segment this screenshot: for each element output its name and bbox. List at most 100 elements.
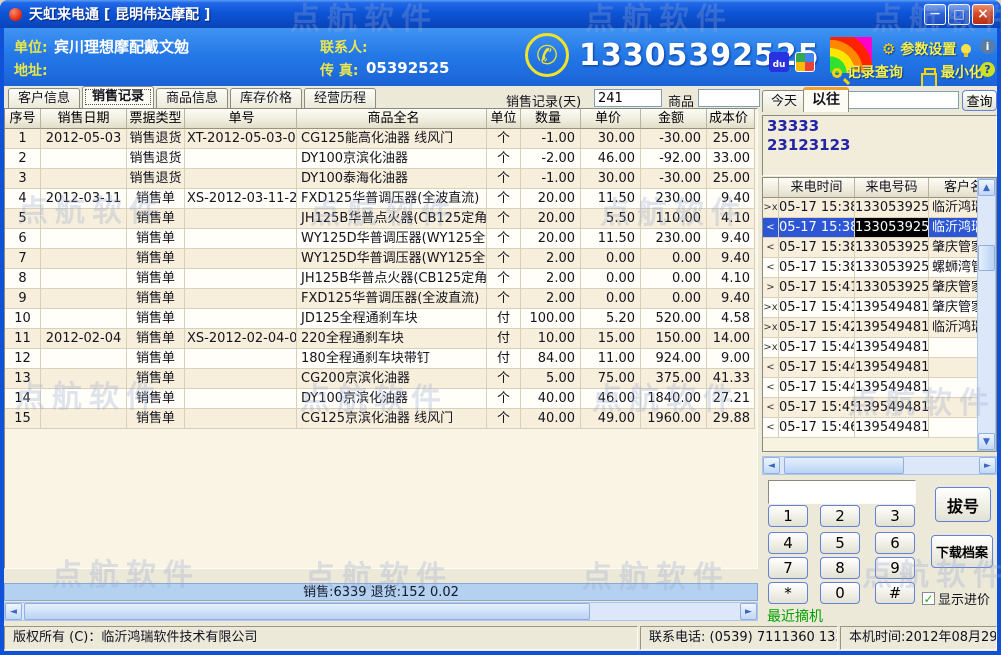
tab-销售记录[interactable]: 销售记录 bbox=[82, 86, 155, 108]
cell: 230.00 bbox=[641, 189, 707, 209]
help-icon[interactable]: ? bbox=[980, 62, 995, 77]
scroll-left-icon[interactable]: ◄ bbox=[763, 457, 780, 474]
tab-经营历程[interactable]: 经营历程 bbox=[304, 88, 377, 108]
column-header[interactable]: 商品全名 bbox=[297, 109, 487, 129]
memo-box[interactable]: 33333 23123123 bbox=[762, 115, 997, 176]
call-hscrollbar[interactable]: ◄ ► bbox=[762, 456, 997, 475]
column-header[interactable]: 序号 bbox=[5, 109, 41, 129]
close-button[interactable]: × bbox=[972, 4, 994, 25]
key-7[interactable]: 7 bbox=[768, 557, 808, 579]
key-5[interactable]: 5 bbox=[820, 532, 860, 554]
scroll-left-icon[interactable]: ◄ bbox=[5, 603, 22, 620]
table-row[interactable]: 5 销售单 JH125B华普点火器(CB125定角) 个 20.00 5.50 110.00… bbox=[5, 209, 757, 229]
key-8[interactable]: 8 bbox=[820, 557, 860, 579]
maximize-button[interactable]: □ bbox=[948, 4, 970, 25]
scroll-thumb[interactable] bbox=[978, 245, 995, 271]
scroll-thumb[interactable] bbox=[784, 457, 904, 474]
call-row[interactable]: <05-17 15:4513954948128 bbox=[763, 398, 996, 418]
column-header[interactable]: 成本价 bbox=[707, 109, 755, 129]
call-row[interactable]: >x05-17 15:4213954948128临沂鸿瑞 bbox=[763, 318, 996, 338]
table-row[interactable]: 7销售单WY125D华普调压器(WY125全波直流)个2.000.000.009… bbox=[5, 249, 757, 269]
column-header[interactable]: 单价 bbox=[581, 109, 641, 129]
table-row[interactable]: 10 销售单 JD125全程通刹车块付 100.00 5.20 520.00 4.58 bbox=[5, 309, 757, 329]
key-9[interactable]: 9 bbox=[875, 557, 915, 579]
cell: 销售单 bbox=[127, 249, 185, 269]
column-header[interactable]: 销售日期 bbox=[41, 109, 127, 129]
table-row[interactable]: 6 销售单 WY125D华普调压器(WY125全波直流)个20.0011.50230… bbox=[5, 229, 757, 249]
table-row[interactable]: 42012-03-11销售单XS-2012-03-11-236FXD125华普调… bbox=[5, 189, 757, 209]
cell: 销售退货 bbox=[127, 169, 185, 189]
table-row[interactable]: 9 销售单 FXD125华普调压器(全波直流) 个 2.00 0.00 0.00 9.40 bbox=[5, 289, 757, 309]
scroll-up-icon[interactable]: ▲ bbox=[978, 179, 995, 196]
recent-offhook-label[interactable]: 最近摘机 bbox=[767, 606, 823, 626]
call-row[interactable]: <05-17 15:4413954948128 bbox=[763, 358, 996, 378]
tab-past[interactable]: 以往 bbox=[803, 87, 849, 112]
table-row[interactable]: 8 销售单 JH125B华普点火器(CB125定角) 个 2.00 0.00 0.00 4.1… bbox=[5, 269, 757, 289]
dial-button[interactable]: 拔号 bbox=[935, 487, 991, 522]
table-row[interactable]: 15 销售单 CG125京滨化油器 线风门个 40.00 49.00 1960.00 29.… bbox=[5, 409, 757, 429]
table-row[interactable]: 14 销售单 DY100京滨化油器个 40.00 46.00 1840.00 27.21 bbox=[5, 389, 757, 409]
cell: 个 bbox=[487, 249, 521, 269]
call-row[interactable]: <05-17 15:3813305392525螺蛳湾管 bbox=[763, 258, 996, 278]
google-icon[interactable] bbox=[795, 52, 815, 72]
call-row[interactable]: <05-17 15:3813305392525肇庆管家 bbox=[763, 238, 996, 258]
settings-menu[interactable]: ⚙ 参数设置 bbox=[882, 39, 972, 59]
column-header[interactable]: 单位 bbox=[487, 109, 521, 129]
call-row[interactable]: <05-17 15:4413954948128 bbox=[763, 378, 996, 398]
scroll-right-icon[interactable]: ► bbox=[740, 603, 757, 620]
key-6[interactable]: 6 bbox=[875, 532, 915, 554]
column-header[interactable] bbox=[763, 178, 779, 198]
call-row[interactable]: >x05-17 15:4113954948128肇庆管家 bbox=[763, 298, 996, 318]
key-1[interactable]: 1 bbox=[768, 505, 808, 527]
info-icon[interactable]: i bbox=[980, 39, 995, 54]
minimize-menu[interactable]: 最小化 bbox=[921, 62, 983, 88]
column-header[interactable]: 来电时间 bbox=[779, 178, 855, 198]
key-2[interactable]: 2 bbox=[820, 505, 860, 527]
call-search-input[interactable] bbox=[846, 91, 959, 109]
table-row[interactable]: 2 销售退货 DY100京滨化油器个 -2.00 46.00 -92.00 33.00 bbox=[5, 149, 757, 169]
table-row[interactable]: 112012-02-04销售单XS-2012-02-04-033220全程通刹车… bbox=[5, 329, 757, 349]
key-4[interactable]: 4 bbox=[768, 532, 808, 554]
sales-days-input[interactable] bbox=[594, 89, 662, 107]
call-row[interactable]: >x05-17 15:3813305392525临沂鸿瑞 bbox=[763, 198, 996, 218]
cell: WY125D华普调压器(WY125全波直流) bbox=[297, 249, 487, 269]
call-vscrollbar[interactable]: ▲ ▼ bbox=[977, 178, 996, 451]
key-*[interactable]: * bbox=[768, 582, 808, 604]
table-row[interactable]: 3 销售退货 DY100泰海化油器个 -1.00 30.00 -30.00 25.00 bbox=[5, 169, 757, 189]
baidu-icon[interactable]: du bbox=[769, 52, 789, 72]
column-header[interactable]: 单号 bbox=[185, 109, 297, 129]
record-query-menu[interactable]: 记录查询 bbox=[832, 62, 903, 82]
cell: 4.58 bbox=[707, 309, 755, 329]
cell: 1840.00 bbox=[641, 389, 707, 409]
call-row[interactable]: <05-17 15:3813305392525临沂鸿瑞 bbox=[763, 218, 996, 238]
key-#[interactable]: # bbox=[875, 582, 915, 604]
table-row[interactable]: 12 销售单 180全程通刹车块带钉付 84.00 11.00 924.00 9.00 bbox=[5, 349, 757, 369]
product-input[interactable] bbox=[698, 89, 760, 107]
column-header[interactable]: 金额 bbox=[641, 109, 707, 129]
minimize-button[interactable]: － bbox=[924, 4, 946, 25]
cell bbox=[41, 249, 127, 269]
scroll-right-icon[interactable]: ► bbox=[979, 457, 996, 474]
tab-商品信息[interactable]: 商品信息 bbox=[156, 88, 229, 108]
scroll-thumb[interactable] bbox=[24, 603, 590, 620]
table-row[interactable]: 13 销售单 CG200京滨化油器个 5.00 75.00 375.00 41.33 bbox=[5, 369, 757, 389]
column-header[interactable]: 数量 bbox=[521, 109, 581, 129]
call-row[interactable]: >05-17 15:4113305392525肇庆管家 bbox=[763, 278, 996, 298]
tab-today[interactable]: 今天 bbox=[762, 90, 807, 112]
call-row[interactable]: <05-17 15:4613954948128 bbox=[763, 418, 996, 438]
show-cost-checkbox[interactable]: ✓ 显示进价 bbox=[922, 589, 990, 608]
column-header[interactable]: 来电号码 bbox=[855, 178, 929, 198]
scroll-down-icon[interactable]: ▼ bbox=[978, 433, 995, 450]
query-button[interactable]: 查询 bbox=[962, 90, 997, 111]
dial-number-input[interactable] bbox=[768, 480, 916, 504]
key-0[interactable]: 0 bbox=[820, 582, 860, 604]
cell: 个 bbox=[487, 409, 521, 429]
sales-hscrollbar[interactable]: ◄ ► bbox=[4, 602, 758, 621]
table-row[interactable]: 12012-05-03销售退货XT-2012-05-03-011CG125能高化… bbox=[5, 129, 757, 149]
key-3[interactable]: 3 bbox=[875, 505, 915, 527]
tab-客户信息[interactable]: 客户信息 bbox=[8, 88, 81, 108]
download-archive-button[interactable]: 下载档案 bbox=[931, 535, 993, 568]
tab-库存价格[interactable]: 库存价格 bbox=[230, 88, 303, 108]
column-header[interactable]: 票据类型 bbox=[127, 109, 185, 129]
call-row[interactable]: >x05-17 15:4413954948128 bbox=[763, 338, 996, 358]
